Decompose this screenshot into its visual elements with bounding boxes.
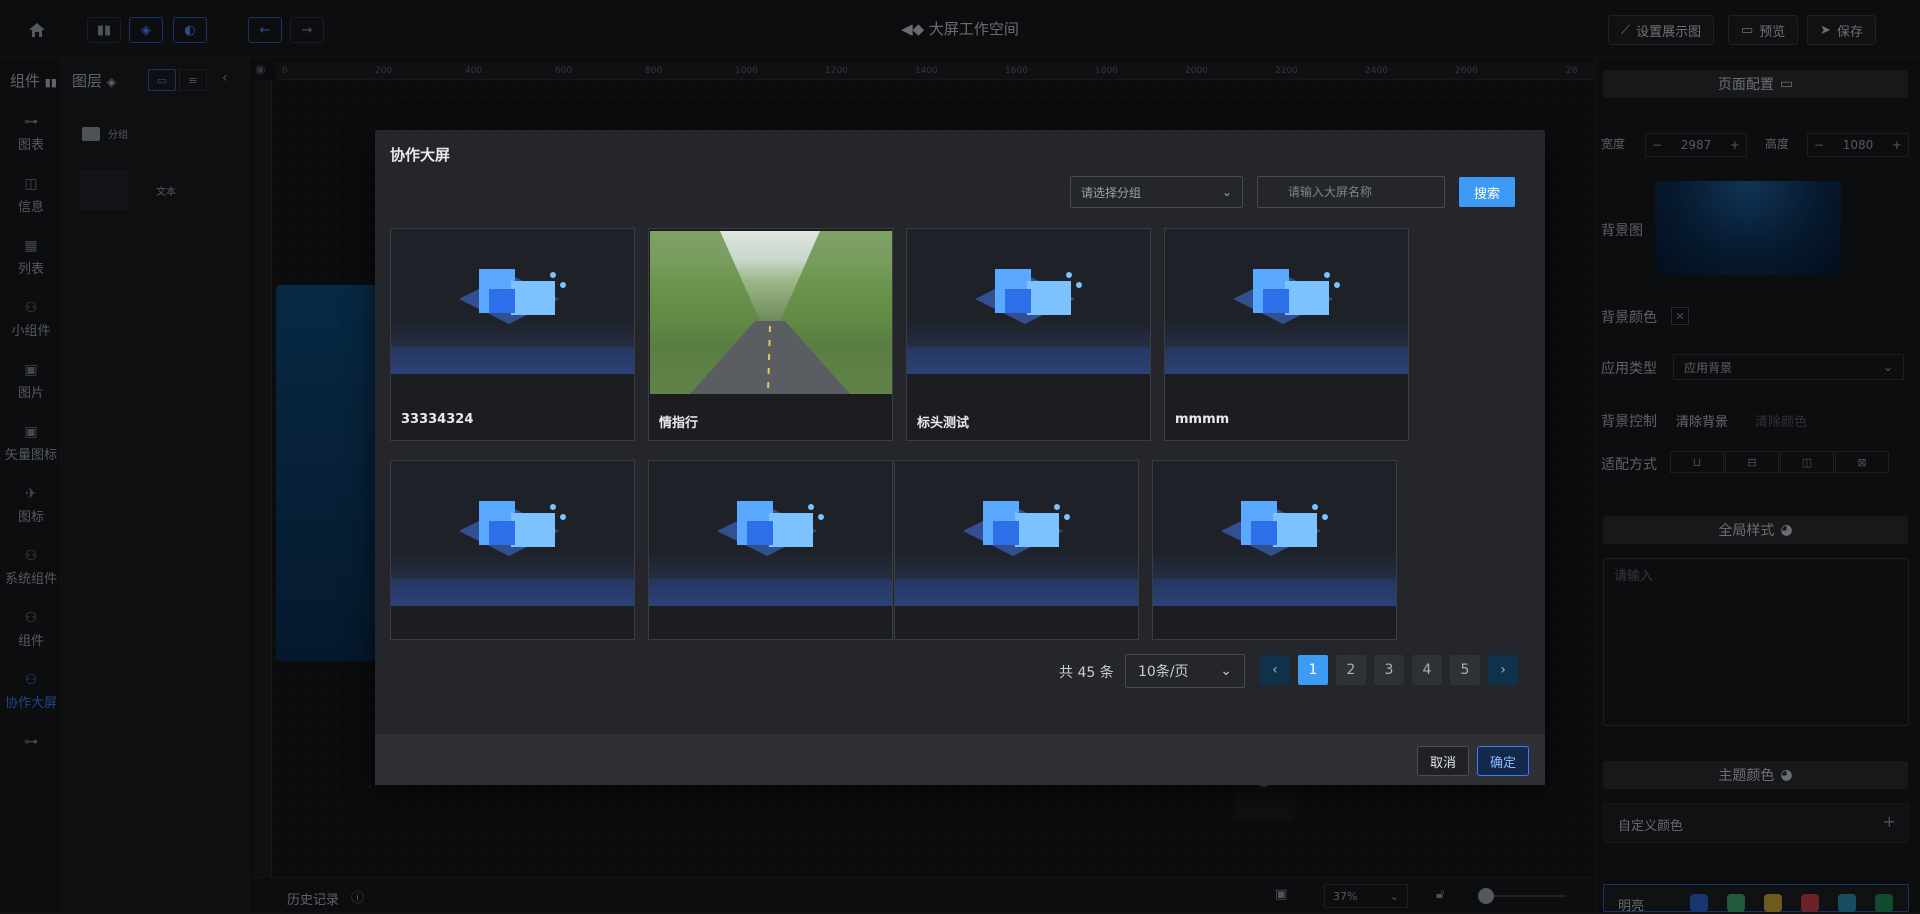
screen-card[interactable] — [894, 460, 1139, 640]
card-name: 标头测试 — [917, 416, 970, 431]
card-thumbnail — [1153, 461, 1396, 606]
screen-card[interactable]: 标头测试 — [906, 228, 1151, 441]
card-thumbnail — [1165, 229, 1408, 374]
dashboard-illustration-icon — [1233, 269, 1340, 324]
card-thumbnail — [649, 461, 892, 606]
road-photo — [650, 231, 892, 395]
page-5-button[interactable]: 5 — [1450, 655, 1480, 685]
chevron-down-icon: ⌄ — [1221, 185, 1232, 199]
dashboard-illustration-icon — [717, 501, 824, 556]
card-thumbnail — [391, 461, 634, 606]
card-name: 33334324 — [401, 412, 474, 427]
collab-screen-dialog: 协作大屏 请选择分组 ⌄ 请输入大屏名称 搜索 33334324 情指行 标头测试… — [375, 130, 1545, 785]
cancel-button[interactable]: 取消 — [1417, 746, 1469, 776]
dashboard-illustration-icon — [459, 501, 566, 556]
dashboard-illustration-icon — [459, 269, 566, 324]
confirm-button[interactable]: 确定 — [1477, 746, 1529, 776]
screen-card[interactable] — [648, 460, 893, 640]
card-thumbnail — [907, 229, 1150, 374]
screen-card[interactable] — [1152, 460, 1397, 640]
dialog-footer — [375, 734, 1545, 785]
search-button[interactable]: 搜索 — [1459, 177, 1515, 207]
page-4-button[interactable]: 4 — [1412, 655, 1442, 685]
next-page-button[interactable]: › — [1488, 655, 1518, 685]
card-thumbnail — [391, 229, 634, 374]
dashboard-illustration-icon — [963, 501, 1070, 556]
screen-name-input[interactable]: 请输入大屏名称 — [1257, 176, 1445, 208]
dashboard-illustration-icon — [1221, 501, 1328, 556]
card-name: mmmm — [1175, 412, 1230, 427]
page-1-button[interactable]: 1 — [1298, 655, 1328, 685]
prev-page-button[interactable]: ‹ — [1260, 655, 1290, 685]
dashboard-illustration-icon — [975, 269, 1082, 324]
card-thumbnail — [895, 461, 1138, 606]
page-2-button[interactable]: 2 — [1336, 655, 1366, 685]
chevron-down-icon: ⌄ — [1220, 663, 1232, 679]
page-3-button[interactable]: 3 — [1374, 655, 1404, 685]
group-select[interactable]: 请选择分组 ⌄ — [1070, 176, 1243, 208]
screen-card[interactable]: mmmm — [1164, 228, 1409, 441]
card-name: 情指行 — [659, 416, 699, 431]
page-size-select[interactable]: 10条/页 ⌄ — [1125, 654, 1245, 688]
screen-card[interactable]: 情指行 — [648, 228, 893, 441]
screen-card[interactable]: 33334324 — [390, 228, 635, 441]
screen-card[interactable] — [390, 460, 635, 640]
total-count: 共 45 条 — [1059, 665, 1114, 681]
dialog-title: 协作大屏 — [390, 146, 451, 164]
